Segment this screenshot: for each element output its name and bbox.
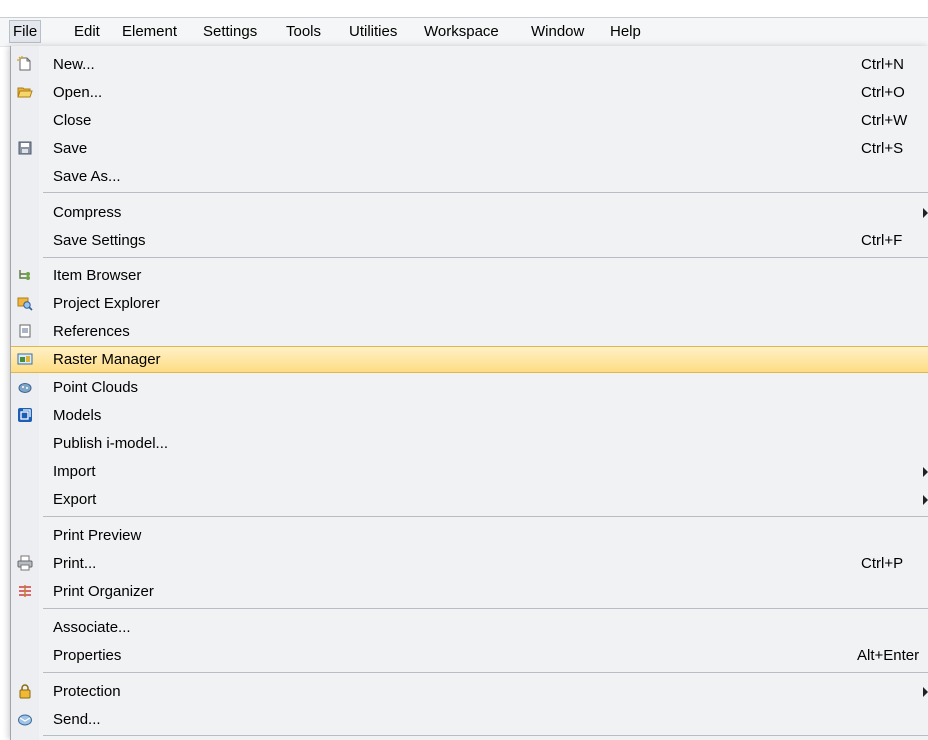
submenu-arrow-icon <box>923 495 928 505</box>
menu-item-print[interactable]: Print... Ctrl+P <box>11 550 928 577</box>
menu-item-import[interactable]: Import <box>11 458 928 485</box>
menu-tools[interactable]: Tools <box>282 21 325 42</box>
menu-item-models[interactable]: Models <box>11 402 928 429</box>
menu-item-label: Item Browser <box>53 267 142 284</box>
menu-item-label: Properties <box>53 647 122 664</box>
menu-item-item-browser[interactable]: Item Browser <box>11 262 928 289</box>
shortcut-label: Ctrl+W <box>861 112 908 129</box>
menu-item-label: Compress <box>53 204 122 221</box>
menu-item-point-clouds[interactable]: Point Clouds <box>11 374 928 401</box>
new-file-icon <box>17 56 31 71</box>
menu-edit[interactable]: Edit <box>70 21 104 42</box>
menu-item-label: Send... <box>53 711 101 728</box>
menu-item-label: Protection <box>53 683 121 700</box>
menu-item-label: Models <box>53 407 102 424</box>
menu-item-send[interactable]: Send... <box>11 706 928 733</box>
menu-separator <box>43 672 928 673</box>
menu-item-export[interactable]: Export <box>11 486 928 513</box>
point-cloud-icon <box>18 383 32 393</box>
raster-manager-icon <box>17 353 33 365</box>
menu-separator <box>43 608 928 609</box>
menu-item-new[interactable]: New... Ctrl+N <box>11 51 928 78</box>
menu-item-label: Print Preview <box>53 527 142 544</box>
shortcut-label: Ctrl+O <box>861 84 905 101</box>
menu-item-label: Save <box>53 140 88 157</box>
menu-item-open[interactable]: Open... Ctrl+O <box>11 79 928 106</box>
submenu-arrow-icon <box>923 208 928 218</box>
menu-item-label: Import <box>53 463 96 480</box>
menu-item-references[interactable]: References <box>11 318 928 345</box>
lock-icon <box>19 684 31 699</box>
menu-item-label: Save As... <box>53 168 121 185</box>
menu-settings[interactable]: Settings <box>199 21 261 42</box>
open-folder-icon <box>17 87 33 98</box>
shortcut-label: Alt+Enter <box>857 647 920 664</box>
menu-item-save[interactable]: Save Ctrl+S <box>11 135 928 162</box>
menu-window[interactable]: Window <box>527 21 588 42</box>
send-mail-icon <box>18 714 32 726</box>
menu-utilities[interactable]: Utilities <box>345 21 401 42</box>
menu-separator <box>43 516 928 517</box>
menu-help[interactable]: Help <box>606 21 645 42</box>
menu-file[interactable]: File <box>9 20 42 43</box>
menu-item-label: Print Organizer <box>53 583 154 600</box>
menu-item-project-explorer[interactable]: Project Explorer <box>11 290 928 317</box>
menu-separator <box>43 257 928 258</box>
menu-item-properties[interactable]: Properties Alt+Enter <box>11 642 928 669</box>
menu-item-label: Close <box>53 112 92 129</box>
menu-item-close[interactable]: Close Ctrl+W <box>11 107 928 134</box>
shortcut-label: Ctrl+P <box>861 555 904 572</box>
menu-item-label: Point Clouds <box>53 379 139 396</box>
menu-item-label: Save Settings <box>53 232 146 249</box>
menu-item-publish-i-model[interactable]: Publish i-model... <box>11 430 928 457</box>
project-explorer-icon <box>17 297 33 311</box>
menu-item-print-preview[interactable]: Print Preview <box>11 522 928 549</box>
menu-item-raster-manager[interactable]: Raster Manager <box>11 346 928 373</box>
menu-item-label: Export <box>53 491 97 508</box>
menu-item-label: References <box>53 323 130 340</box>
save-disk-icon <box>18 141 32 155</box>
menu-item-label: Associate... <box>53 619 131 636</box>
menu-item-compress[interactable]: Compress <box>11 199 928 226</box>
menu-item-label: Open... <box>53 84 103 101</box>
shortcut-label: Ctrl+F <box>861 232 903 249</box>
menu-item-print-organizer[interactable]: Print Organizer <box>11 578 928 605</box>
menu-item-label: Print... <box>53 555 97 572</box>
menu-item-label: New... <box>53 56 95 73</box>
shortcut-label: Ctrl+S <box>861 140 904 157</box>
printer-icon <box>17 555 33 571</box>
models-icon <box>18 408 32 422</box>
references-icon <box>19 324 31 338</box>
menu-item-associate[interactable]: Associate... <box>11 614 928 641</box>
menu-separator <box>43 192 928 193</box>
menu-item-protection[interactable]: Protection <box>11 678 928 705</box>
menu-item-label: Publish i-model... <box>53 435 169 452</box>
menu-element[interactable]: Element <box>118 21 181 42</box>
item-browser-icon <box>19 270 30 280</box>
menu-bar: File Edit Element Settings Tools Utiliti… <box>0 17 928 47</box>
submenu-arrow-icon <box>923 467 928 477</box>
menu-item-label: Project Explorer <box>53 295 160 312</box>
submenu-arrow-icon <box>923 687 928 697</box>
menu-separator <box>43 735 928 736</box>
menu-item-save-settings[interactable]: Save Settings Ctrl+F <box>11 227 928 254</box>
menu-item-label: Raster Manager <box>53 351 161 368</box>
print-organizer-icon <box>19 585 31 597</box>
file-menu-dropdown: New... Ctrl+N Open... Ctrl+O Close Ctrl+… <box>10 46 928 740</box>
menu-item-save-as[interactable]: Save As... <box>11 163 928 190</box>
menu-workspace[interactable]: Workspace <box>420 21 503 42</box>
shortcut-label: Ctrl+N <box>861 56 904 73</box>
